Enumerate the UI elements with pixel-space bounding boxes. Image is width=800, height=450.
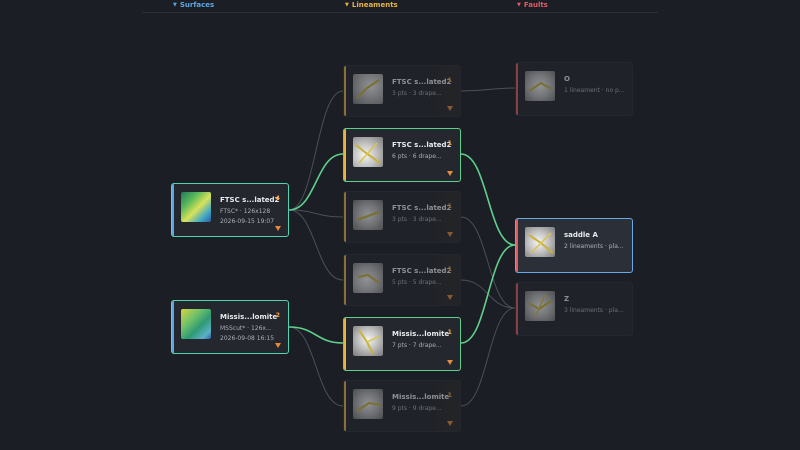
triangle-down-icon[interactable] [447,295,453,300]
node-title: FTSC s...lated2 [392,78,452,86]
node-accent [344,381,346,431]
node-count: 2 [275,311,280,319]
node-accent [344,192,346,242]
node-subtitle: 3 lineaments · pla... [564,307,624,314]
link-active [460,244,516,344]
triangle-down-icon[interactable] [275,343,281,348]
link-dim [288,90,344,211]
fault-thumbnail [525,291,555,321]
node-accent [516,219,518,272]
node-count: 4 [275,194,280,202]
lineament-thumbnail [353,389,383,419]
link-dim [460,87,516,92]
link-active [288,153,344,211]
fault-thumbnail [525,71,555,101]
node-count: 1 [447,202,452,210]
node-title: Missis...lomite [392,330,450,338]
surface-node[interactable]: Missis...lomite MSScut* · 126x... 2026-0… [171,300,289,354]
node-accent [172,301,174,353]
fault-thumbnail [525,227,555,257]
node-date: 2026-09-15 19:07 [220,218,275,225]
node-subtitle: 9 pts · 9 drape... [392,405,442,412]
triangle-down-icon[interactable] [447,171,453,176]
link-active [460,153,516,246]
triangle-down-icon[interactable] [275,226,281,231]
node-accent [344,129,346,181]
node-title: saddle A [564,231,598,239]
node-subtitle: 3 pts · 3 drape... [392,216,442,223]
node-subtitle: 6 pts · 6 drape... [392,153,442,160]
node-accent [344,318,346,370]
triangle-down-icon[interactable] [447,360,453,365]
node-title: FTSC s...lated2 [392,141,452,149]
surface-thumbnail [181,192,211,222]
node-count: 1 [447,328,452,336]
node-title: Z [564,295,570,303]
lineament-node[interactable]: FTSC s...lated2 6 pts · 6 drape... 1 [343,128,461,182]
link-dim [460,307,516,407]
node-subtitle: 3 pts · 3 drape... [392,90,442,97]
node-subtitle: 5 pts · 5 drape... [392,279,442,286]
node-accent [172,184,174,236]
node-subtitle: MSScut* · 126x... [220,325,272,332]
fault-node[interactable]: O 1 lineament · no p... [515,62,633,116]
node-count: 1 [447,265,452,273]
triangle-down-icon[interactable] [447,232,453,237]
link-dim [288,209,344,218]
node-count: 1 [447,139,452,147]
lineament-node[interactable]: Missis...lomite 9 pts · 9 drape... 1 [343,380,461,432]
lineament-thumbnail [353,74,383,104]
node-title: FTSC s...lated2 [220,196,280,204]
link-dim [288,326,344,407]
node-date: 2026-09-08 16:15 [220,335,275,342]
node-accent [344,255,346,305]
node-title: FTSC s...lated2 [392,267,452,275]
lineament-thumbnail [353,326,383,356]
lineament-node[interactable]: FTSC s...lated2 5 pts · 5 drape... 1 [343,254,461,306]
lineament-thumbnail [353,137,383,167]
fault-node[interactable]: Z 3 lineaments · pla... [515,282,633,336]
node-accent [344,66,346,116]
node-accent [516,63,518,115]
surface-node[interactable]: FTSC s...lated2 FTSC* · 126x128 2026-09-… [171,183,289,237]
node-title: Missis...lomite [392,393,450,401]
node-subtitle: 2 lineaments · pla... [564,243,624,250]
lineament-node[interactable]: FTSC s...lated2 3 pts · 3 drape... 1 [343,191,461,243]
node-count: 1 [447,391,452,399]
fault-node[interactable]: saddle A 2 lineaments · pla... [515,218,633,273]
link-dim [288,209,344,281]
lineament-node[interactable]: FTSC s...lated2 3 pts · 3 drape... 1 [343,65,461,117]
node-subtitle: 7 pts · 7 drape... [392,342,442,349]
triangle-down-icon[interactable] [447,106,453,111]
node-subtitle: 1 lineament · no p... [564,87,625,94]
node-subtitle: FTSC* · 126x128 [220,208,271,215]
lineament-thumbnail [353,200,383,230]
node-accent [516,283,518,335]
node-count: 1 [447,76,452,84]
surface-thumbnail [181,309,211,339]
lineament-node[interactable]: Missis...lomite 7 pts · 7 drape... 1 [343,317,461,371]
triangle-down-icon[interactable] [447,421,453,426]
node-title: FTSC s...lated2 [392,204,452,212]
node-title: Missis...lomite [220,313,278,321]
node-title: O [564,75,570,83]
lineament-thumbnail [353,263,383,293]
